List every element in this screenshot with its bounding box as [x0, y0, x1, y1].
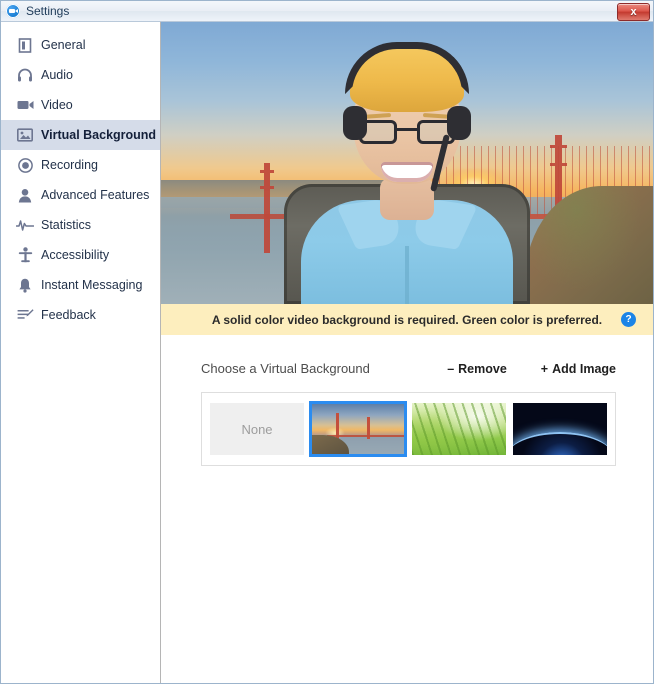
sidebar-item-label: Statistics [41, 218, 92, 232]
sidebar-item-virtual-background[interactable]: Virtual Background [1, 120, 160, 150]
preview-bridge-tower-left [260, 163, 275, 254]
preview-glasses [359, 120, 455, 146]
settings-window: Settings x General Audio Video Virtual B… [0, 0, 654, 684]
preview-placket [405, 246, 409, 304]
sidebar-item-advanced-features[interactable]: Advanced Features [1, 180, 160, 210]
background-thumb-grass[interactable] [412, 403, 506, 455]
window-title: Settings [26, 3, 70, 18]
sidebar-item-audio[interactable]: Audio [1, 60, 160, 90]
window-body: General Audio Video Virtual Background R… [1, 22, 653, 683]
settings-sidebar: General Audio Video Virtual Background R… [1, 22, 161, 683]
accessibility-icon [15, 245, 35, 265]
video-preview [161, 22, 653, 304]
add-image-button[interactable]: + Add Image [541, 362, 616, 376]
sidebar-item-feedback[interactable]: Feedback [1, 300, 160, 330]
help-icon[interactable]: ? [621, 312, 636, 327]
feedback-pencil-icon [15, 305, 35, 325]
sidebar-item-instant-messaging[interactable]: Instant Messaging [1, 270, 160, 300]
bell-icon [15, 275, 35, 295]
sidebar-item-label: Video [41, 98, 73, 112]
sidebar-item-statistics[interactable]: Statistics [1, 210, 160, 240]
sidebar-item-accessibility[interactable]: Accessibility [1, 240, 160, 270]
sidebar-item-label: Advanced Features [41, 188, 150, 202]
chooser-row: Choose a Virtual Background – Remove + Add… [201, 361, 616, 376]
remove-button-label: Remove [458, 361, 507, 376]
background-gallery: None [201, 392, 616, 466]
chooser-title: Choose a Virtual Background [201, 361, 370, 376]
zoom-video-icon [6, 4, 20, 18]
background-thumb-none[interactable]: None [210, 403, 304, 455]
remove-button[interactable]: – Remove [447, 362, 507, 376]
sidebar-item-label: Virtual Background [41, 128, 157, 142]
sidebar-item-video[interactable]: Video [1, 90, 160, 120]
sidebar-item-label: General [41, 38, 86, 52]
sidebar-item-general[interactable]: General [1, 30, 160, 60]
preview-neck [380, 178, 434, 220]
sidebar-item-label: Instant Messaging [41, 278, 143, 292]
person-icon [15, 185, 35, 205]
notice-bar: A solid color video background is requir… [161, 304, 653, 335]
notice-text: A solid color video background is requir… [211, 312, 603, 327]
plus-icon: + [540, 361, 549, 376]
sidebar-item-label: Accessibility [41, 248, 110, 262]
waveform-icon [15, 215, 35, 235]
settings-content: A solid color video background is requir… [161, 22, 653, 683]
close-icon: x [630, 5, 637, 18]
sidebar-item-recording[interactable]: Recording [1, 150, 160, 180]
image-icon [15, 125, 35, 145]
background-thumb-earth-from-space[interactable] [513, 403, 607, 455]
preview-earcup-right [447, 106, 471, 140]
add-image-button-label: Add Image [552, 361, 616, 376]
video-camera-icon [15, 95, 35, 115]
close-button[interactable]: x [617, 3, 650, 21]
preview-earcup-left [343, 106, 367, 140]
sidebar-item-label: Audio [41, 68, 73, 82]
virtual-background-panel: Choose a Virtual Background – Remove + Add… [161, 335, 653, 683]
title-bar: Settings x [1, 1, 653, 22]
background-thumb-golden-gate-bridge[interactable] [309, 401, 407, 457]
minus-icon: – [447, 361, 455, 376]
sidebar-item-label: Feedback [41, 308, 96, 322]
document-icon [15, 35, 35, 55]
record-circle-icon [15, 155, 35, 175]
preview-smile [381, 162, 433, 182]
sidebar-item-label: Recording [41, 158, 98, 172]
background-thumb-label: None [241, 421, 273, 437]
headphones-icon [15, 65, 35, 85]
